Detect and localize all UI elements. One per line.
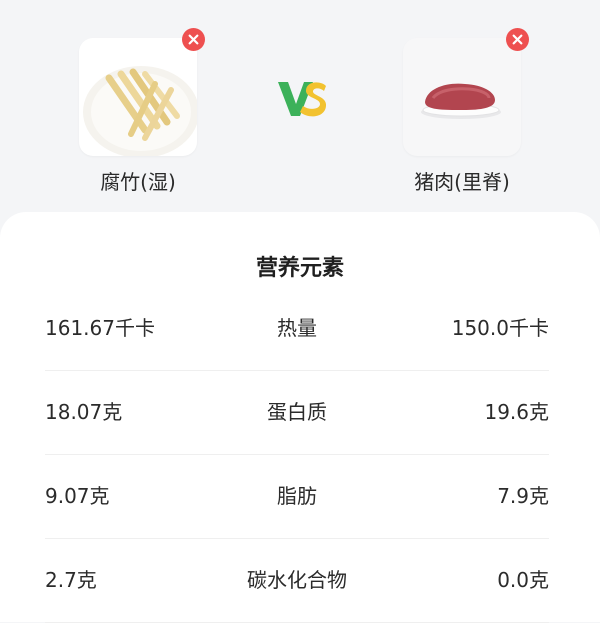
- pork-image: [421, 83, 501, 119]
- remove-right-button[interactable]: [506, 28, 529, 51]
- food-name-right: 猪肉(里脊): [414, 170, 510, 194]
- nutrient-name: 脂肪: [277, 484, 317, 508]
- close-icon: [188, 34, 199, 45]
- right-value: 0.0克: [497, 568, 549, 592]
- nutrient-name: 碳水化合物: [247, 568, 347, 592]
- compare-header: 腐竹(湿) 猪肉(里脊): [0, 0, 600, 215]
- tofu-skin-image: [83, 66, 197, 156]
- left-value: 161.67千卡: [45, 316, 155, 340]
- nutrient-row: 热量 161.67千卡 150.0千卡: [45, 286, 549, 371]
- close-icon: [512, 34, 523, 45]
- remove-left-button[interactable]: [182, 28, 205, 51]
- right-value: 19.6克: [484, 400, 549, 424]
- right-value: 7.9克: [497, 484, 549, 508]
- nutrient-row: 碳水化合物 2.7克 0.0克: [45, 538, 549, 623]
- vs-icon: [278, 82, 327, 117]
- food-image-left: [79, 38, 197, 156]
- panel-title: 营养元素: [255, 256, 344, 281]
- left-value: 9.07克: [45, 484, 110, 508]
- right-value: 150.0千卡: [451, 316, 549, 340]
- nutrient-row: 脂肪 9.07克 7.9克: [45, 454, 549, 539]
- food-name-left: 腐竹(湿): [100, 170, 176, 194]
- nutrient-row: 蛋白质 18.07克 19.6克: [45, 370, 549, 455]
- food-card-left[interactable]: 腐竹(湿): [79, 28, 205, 194]
- left-value: 2.7克: [45, 568, 97, 592]
- food-image-right: [403, 38, 521, 156]
- nutrient-panel: 营养元素 热量 161.67千卡 150.0千卡 蛋白质 18.07克 19.6…: [0, 212, 600, 623]
- food-card-right[interactable]: 猪肉(里脊): [403, 28, 529, 194]
- left-value: 18.07克: [45, 400, 123, 424]
